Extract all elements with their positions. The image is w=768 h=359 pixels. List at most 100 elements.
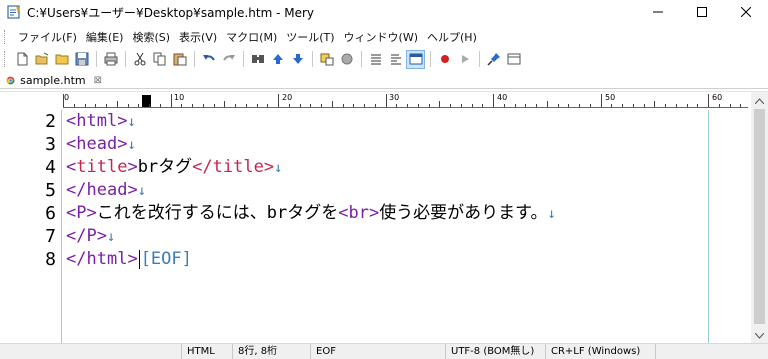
ruler-tick xyxy=(589,104,591,107)
vertical-scrollbar[interactable] xyxy=(751,92,768,344)
tag-name: head xyxy=(76,134,118,154)
scroll-thumb[interactable] xyxy=(754,109,765,324)
toolbar-separator xyxy=(194,51,195,67)
menu-file[interactable]: ファイル(F) xyxy=(14,29,81,45)
ruler-tick xyxy=(202,104,204,107)
find-next-button[interactable] xyxy=(288,50,307,69)
cut-button[interactable] xyxy=(130,50,149,69)
tag-bracket: > xyxy=(127,157,138,177)
ruler-tick xyxy=(224,101,226,107)
toolbar-separator xyxy=(479,51,480,67)
open-folder-icon xyxy=(55,54,68,65)
toolbar-grip[interactable] xyxy=(4,51,7,67)
ruler-tick xyxy=(181,104,183,107)
status-line-ending[interactable]: CR+LF (Windows) xyxy=(545,344,655,359)
ruler-tick xyxy=(256,104,258,107)
record-button[interactable] xyxy=(435,50,454,69)
column-ruler: 0 10 20 30 40 50 60 xyxy=(63,93,748,108)
line-number: 6 xyxy=(45,203,56,224)
menu-macro[interactable]: マクロ(M) xyxy=(222,29,281,45)
ruler-tick xyxy=(450,104,451,107)
eof-marker: [EOF] xyxy=(140,249,192,269)
tag-bracket: > xyxy=(117,134,128,154)
inner-tag: <br> xyxy=(338,203,380,223)
menu-view[interactable]: 表示(V) xyxy=(175,29,221,45)
list2-button[interactable] xyxy=(386,50,405,69)
ruler-tick xyxy=(482,104,484,107)
tag-bracket: < xyxy=(66,203,77,223)
menu-help[interactable]: ヘルプ(H) xyxy=(423,29,481,45)
undo-icon xyxy=(202,55,215,61)
paste-icon xyxy=(173,53,186,66)
minimize-icon xyxy=(653,11,663,13)
tab-sample[interactable]: sample.htm ⊠ xyxy=(0,71,102,89)
list-icon xyxy=(370,54,381,65)
window-button[interactable] xyxy=(504,50,523,69)
undo-button[interactable] xyxy=(199,50,218,69)
find-button[interactable] xyxy=(248,50,267,69)
clear-highlight-button[interactable] xyxy=(337,50,356,69)
chevron-up-icon xyxy=(755,97,764,104)
ruler-tick xyxy=(385,94,387,107)
redo-button[interactable] xyxy=(219,50,238,69)
editor-area[interactable]: 0 10 20 30 40 50 60 2 3 4 5 6 7 8 <html>… xyxy=(0,91,768,344)
code-text-content: brタグ xyxy=(137,157,193,177)
view-button[interactable] xyxy=(406,49,425,69)
paste-button[interactable] xyxy=(170,50,189,69)
ruler-tick xyxy=(514,104,516,107)
ruler-tick xyxy=(364,104,365,107)
open-button[interactable] xyxy=(32,50,51,69)
tab-close-icon[interactable]: ⊠ xyxy=(94,75,102,86)
minimize-button[interactable] xyxy=(636,0,680,24)
line-number: 5 xyxy=(45,180,56,201)
replace-icon xyxy=(320,53,333,66)
code-line: </head>↓ xyxy=(66,179,146,202)
print-button[interactable] xyxy=(101,50,120,69)
tag-name: html xyxy=(76,111,118,131)
play-button[interactable] xyxy=(455,50,474,69)
status-state: EOF xyxy=(310,344,445,359)
ruler-tick xyxy=(127,104,129,107)
scroll-down-button[interactable] xyxy=(751,327,768,344)
save-button[interactable] xyxy=(72,50,91,69)
open-folder-button[interactable] xyxy=(52,50,71,69)
scroll-up-button[interactable] xyxy=(751,92,768,109)
pin-button[interactable] xyxy=(484,50,503,69)
menubar-grip[interactable] xyxy=(4,30,7,44)
replace-button[interactable] xyxy=(317,50,336,69)
eol-marker-icon: ↓ xyxy=(106,229,116,245)
tag-bracket: </ xyxy=(66,249,87,269)
find-prev-button[interactable] xyxy=(268,50,287,69)
tag-bracket: > xyxy=(127,249,138,269)
status-encoding[interactable]: UTF-8 (BOM無し) xyxy=(445,344,545,359)
ruler-tick xyxy=(546,101,548,107)
ruler-tick xyxy=(288,104,290,107)
code-line: <title>brタグ</title>↓ xyxy=(66,156,283,179)
tag-name: P xyxy=(86,226,97,246)
eol-marker-icon: ↓ xyxy=(127,114,136,130)
ruler-label: 10 xyxy=(174,93,185,102)
ruler-tick xyxy=(192,104,193,107)
copy-button[interactable] xyxy=(150,50,169,69)
ruler-label: 40 xyxy=(497,93,508,102)
find-icon xyxy=(251,55,264,63)
menu-window[interactable]: ウィンドウ(W) xyxy=(340,29,422,45)
new-button[interactable] xyxy=(12,50,31,69)
maximize-button[interactable] xyxy=(680,0,724,24)
close-button[interactable] xyxy=(724,0,768,24)
code-line: <html>↓ xyxy=(66,110,136,133)
ruler-tick xyxy=(235,104,236,107)
menu-search[interactable]: 検索(S) xyxy=(128,29,174,45)
ruler-tick xyxy=(138,104,140,107)
wrap-guide-line xyxy=(708,110,709,344)
list-button[interactable] xyxy=(366,50,385,69)
status-mode[interactable]: HTML xyxy=(181,344,232,359)
tag-bracket: < xyxy=(66,134,77,154)
menu-tools[interactable]: ツール(T) xyxy=(282,29,338,45)
menu-edit[interactable]: 編集(E) xyxy=(82,29,128,45)
tab-label: sample.htm xyxy=(20,73,86,87)
code-text-content: 使う必要があります。 xyxy=(379,203,548,223)
window-icon xyxy=(507,53,520,65)
title-bar: C:¥Users¥ユーザー¥Desktop¥sample.htm - Mery xyxy=(0,0,768,24)
ruler-tick xyxy=(428,104,430,107)
